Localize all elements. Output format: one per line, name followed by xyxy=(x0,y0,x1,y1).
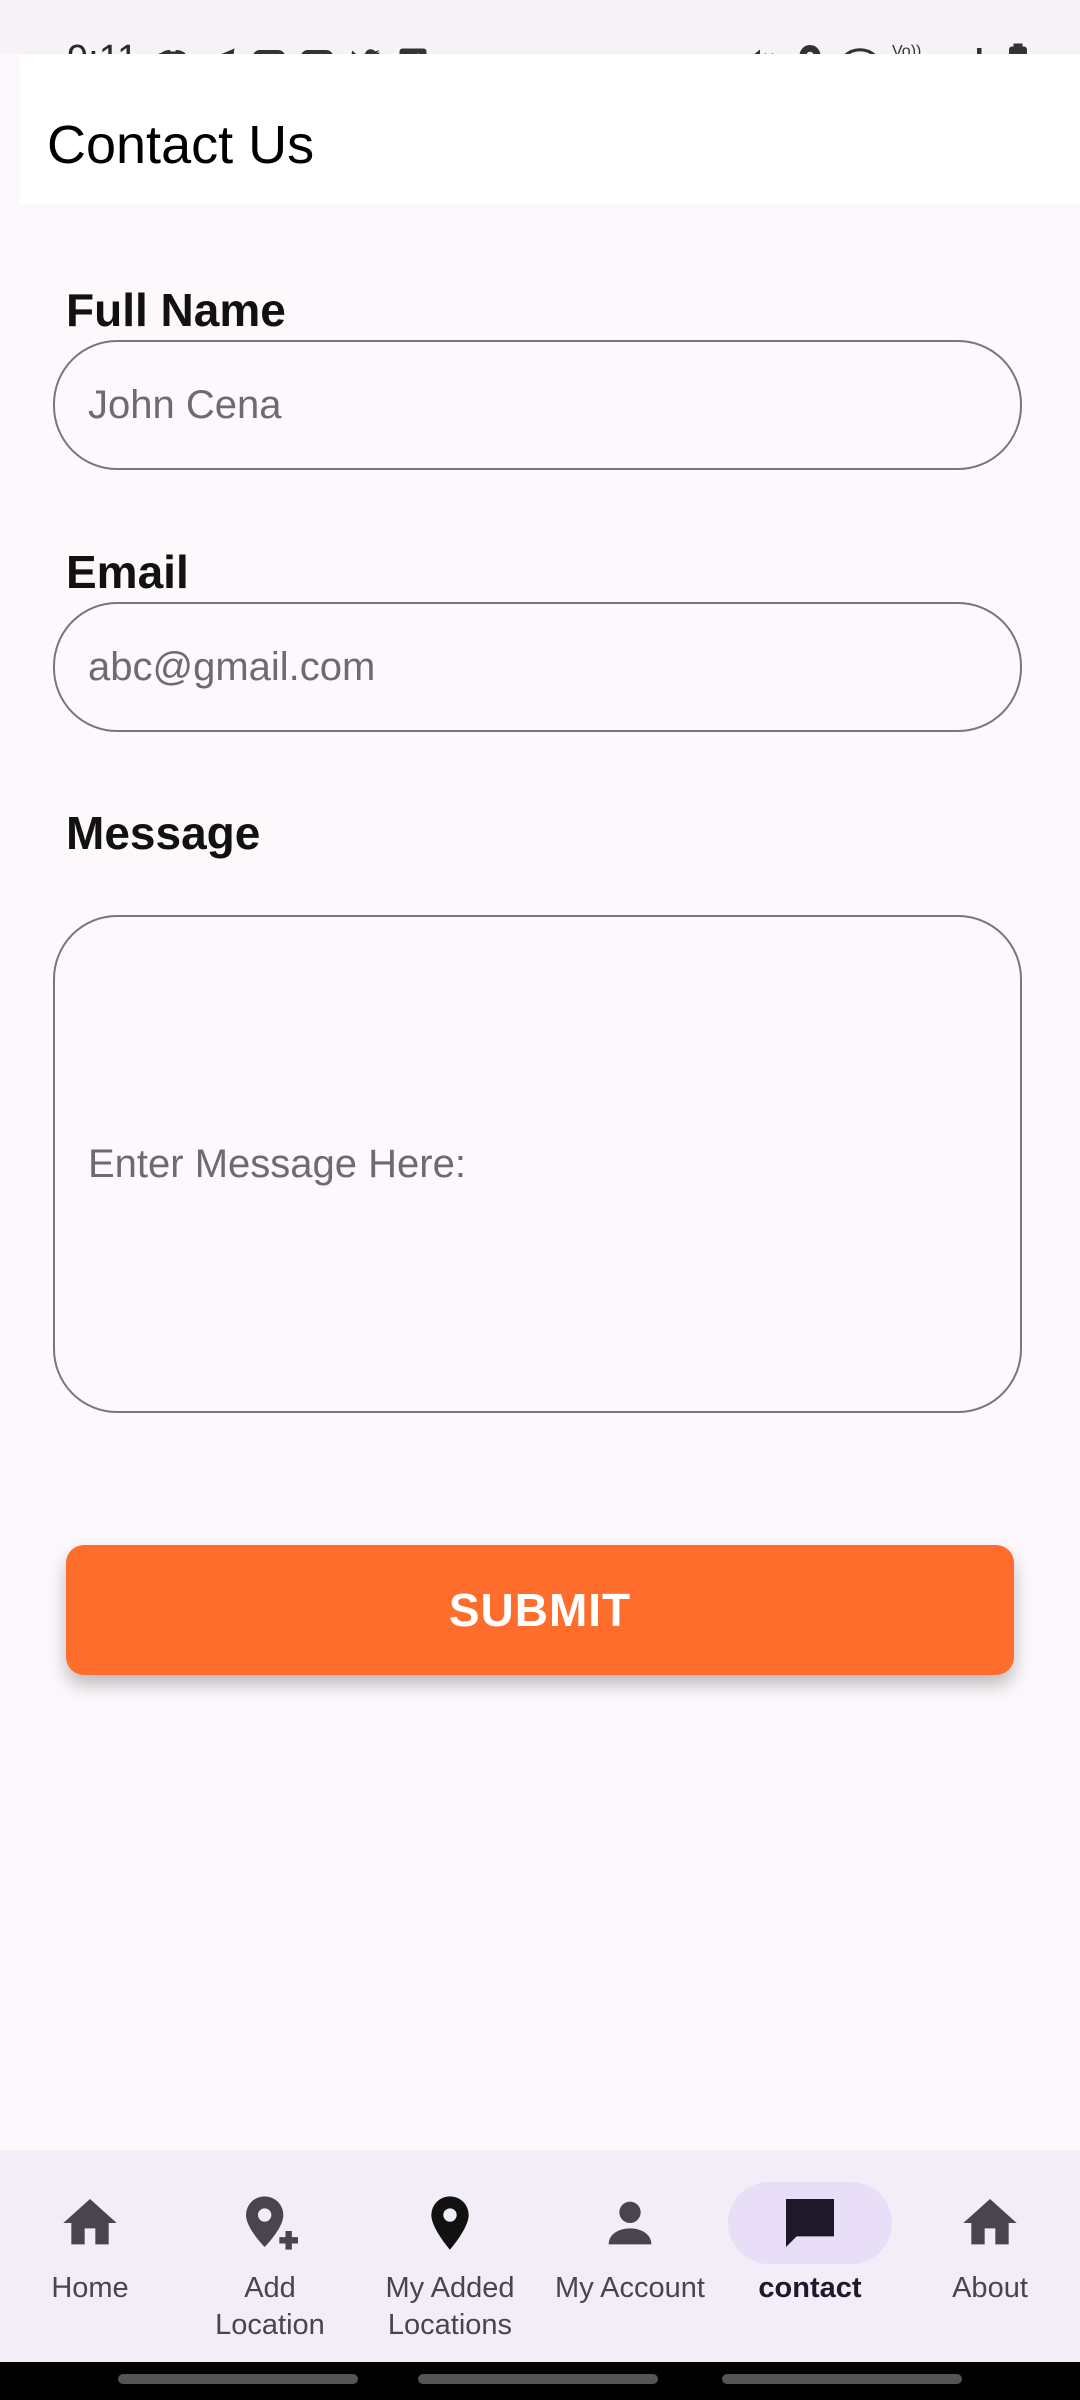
full-name-placeholder: John Cena xyxy=(88,382,282,427)
nav-label-add-location: Add Location xyxy=(215,2272,325,2341)
email-placeholder: abc@gmail.com xyxy=(88,644,376,689)
email-label: Email xyxy=(66,546,189,598)
nav-label-home: Home xyxy=(51,2272,129,2304)
nav-item-my-account[interactable]: My Account xyxy=(540,2150,720,2362)
gesture-handle[interactable] xyxy=(118,2374,358,2384)
home-icon xyxy=(63,2199,117,2245)
chat-icon xyxy=(786,2199,834,2247)
submit-button-label: SUBMIT xyxy=(448,1584,632,1636)
gesture-handle[interactable] xyxy=(418,2374,658,2384)
location-pin-icon xyxy=(431,2196,469,2250)
nav-label-my-account: My Account xyxy=(555,2272,705,2304)
nav-label-about: About xyxy=(952,2272,1028,2304)
page-title: Contact Us xyxy=(47,115,315,175)
status-bar: 9:11 Vo)) LTE2 xyxy=(0,0,1080,80)
nav-item-about[interactable]: About xyxy=(900,2150,1080,2362)
add-location-icon xyxy=(246,2196,298,2250)
full-name-label: Full Name xyxy=(66,284,286,336)
active-indicator xyxy=(728,2182,892,2264)
gesture-bar xyxy=(0,2362,1080,2400)
gesture-handle[interactable] xyxy=(722,2374,962,2384)
nav-item-contact[interactable]: contact xyxy=(720,2150,900,2362)
person-icon xyxy=(608,2201,652,2245)
nav-item-add-location[interactable]: Add Location xyxy=(180,2150,360,2362)
email-input[interactable]: abc@gmail.com xyxy=(53,602,1022,732)
message-placeholder: Enter Message Here: xyxy=(88,1141,466,1186)
home-icon xyxy=(963,2199,1017,2245)
full-name-input[interactable]: John Cena xyxy=(53,340,1022,470)
nav-item-my-added-locations[interactable]: My Added Locations xyxy=(360,2150,540,2362)
nav-label-my-added-locations: My Added Locations xyxy=(385,2272,515,2341)
nav-label-contact: contact xyxy=(758,2272,862,2304)
message-textarea[interactable]: Enter Message Here: xyxy=(53,915,1022,1413)
message-label: Message xyxy=(66,807,261,859)
nav-item-home[interactable]: Home xyxy=(0,2150,180,2362)
submit-button[interactable]: SUBMIT xyxy=(66,1545,1014,1675)
top-app-bar: Contact Us xyxy=(20,54,1080,204)
bottom-navigation: Home Add Location My Added Locations My … xyxy=(0,2150,1080,2362)
